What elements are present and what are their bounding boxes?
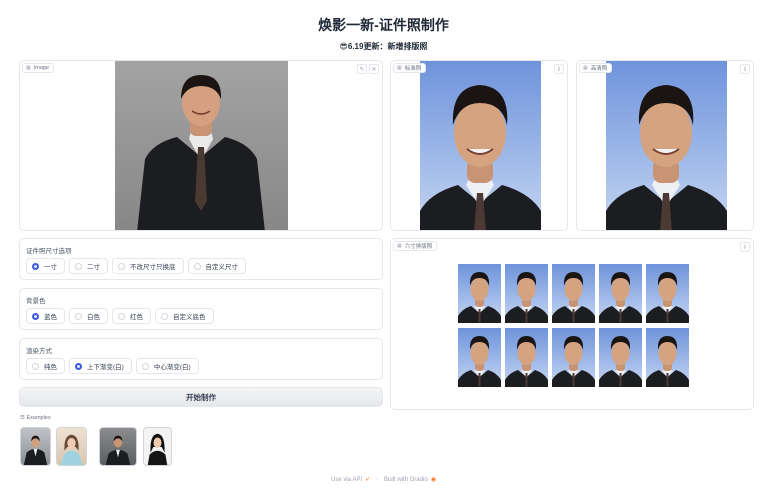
radio-icon[interactable] (75, 312, 82, 320)
pencil-icon[interactable]: ✎ (357, 64, 367, 74)
size-option-two-inch[interactable]: 二寸 (69, 258, 108, 274)
size-options-group: 证件照尺寸选项 一寸 二寸 不改尺寸只换底 自定义尺寸 (19, 238, 383, 280)
output-standard-panel: ▦ 标准照 ⇩ (390, 60, 568, 231)
person-silhouette (137, 75, 265, 230)
example-person (23, 435, 48, 465)
example-person (105, 435, 131, 465)
layout-photo-cell (552, 328, 595, 387)
input-image-label: ▦ Image (22, 63, 55, 73)
page-title: 焕影一新-证件照制作 (318, 17, 449, 33)
output-hd-panel: ▦ 高清照 ⇩ (576, 60, 754, 231)
bg-option-blue[interactable]: 蓝色 (26, 308, 65, 324)
radio-icon[interactable] (161, 312, 168, 320)
gradio-logo-icon: ◉ (430, 477, 436, 483)
example-person (147, 433, 168, 465)
example-thumb-man-dark[interactable] (99, 427, 137, 466)
examples-label: ☰ Examples (20, 415, 51, 421)
download-icon[interactable]: ⇩ (554, 64, 564, 74)
layout-photo-cell (552, 264, 595, 323)
id-portrait (606, 85, 727, 230)
radio-icon[interactable] (32, 362, 39, 370)
update-note: 6.19更新：新增排版照 (347, 42, 428, 51)
render-option-vertical-gradient[interactable]: 上下渐变(白) (69, 358, 132, 374)
download-icon[interactable]: ⇩ (740, 242, 750, 252)
size-option-custom[interactable]: 自定义尺寸 (187, 258, 246, 274)
layout-photo-cell (505, 264, 548, 323)
example-person (60, 434, 83, 465)
built-with-gradio-link[interactable]: Built with Gradio ◉ (384, 476, 436, 484)
render-mode-group: 渲染方式 纯色 上下渐变(白) 中心渐变(白) (19, 338, 383, 380)
layout-photo-cell (599, 264, 642, 323)
bg-option-white[interactable]: 白色 (69, 308, 108, 324)
start-button[interactable]: 开始制作 (19, 387, 383, 407)
bg-option-custom[interactable]: 自定义底色 (155, 308, 214, 324)
render-option-center-gradient[interactable]: 中心渐变(白) (135, 358, 199, 374)
radio-icon[interactable] (141, 362, 149, 370)
example-thumb-woman-blue[interactable] (56, 427, 87, 466)
layout-photo-cell (458, 264, 501, 323)
output-standard-label: ▦ 标准照 (393, 63, 427, 73)
image-icon: ▦ (26, 65, 31, 71)
render-mode-title: 渲染方式 (26, 348, 52, 355)
layout-photo-grid (458, 264, 689, 387)
layout-photo-cell (646, 264, 689, 323)
radio-icon[interactable] (193, 262, 201, 270)
image-icon: ▦ (583, 65, 588, 71)
footer-separator: · (376, 476, 379, 483)
radio-icon[interactable] (118, 262, 125, 270)
render-mode-row: 纯色 上下渐变(白) 中心渐变(白) (26, 358, 199, 374)
render-option-solid[interactable]: 纯色 (26, 358, 65, 374)
hd-photo (606, 61, 727, 230)
standard-photo (420, 61, 541, 230)
bg-color-group: 背景色 蓝色 白色 红色 自定义底色 (19, 288, 383, 330)
image-icon: ▦ (397, 243, 402, 249)
sunglasses-emoji-icon: 😎 (339, 42, 348, 51)
use-via-api-link[interactable]: Use via API ➶ (331, 476, 371, 484)
example-thumb-woman-black[interactable] (143, 427, 172, 466)
example-thumb-man-suit[interactable] (20, 427, 51, 466)
output-layout-label: ▦ 六寸排版照 (393, 241, 438, 251)
size-options-row: 一寸 二寸 不改尺寸只换底 自定义尺寸 (26, 258, 246, 274)
rocket-icon: ➶ (365, 477, 371, 483)
page-subtitle: 😎6.19更新：新增排版照 (0, 41, 767, 52)
size-option-keep-size[interactable]: 不改尺寸只换底 (112, 258, 184, 274)
download-icon[interactable]: ⇩ (740, 64, 750, 74)
output-layout-panel: ▦ 六寸排版照 ⇩ (390, 238, 754, 410)
size-options-title: 证件照尺寸选项 (26, 248, 72, 255)
output-hd-label: ▦ 高清照 (579, 63, 613, 73)
radio-checked-icon[interactable] (32, 262, 39, 270)
uploaded-portrait (115, 61, 288, 230)
layout-photo-cell (599, 328, 642, 387)
radio-icon[interactable] (75, 262, 82, 270)
layout-photo-cell (458, 328, 501, 387)
footer: Use via API ➶ · Built with Gradio ◉ (0, 476, 767, 484)
layout-photo-cell (646, 328, 689, 387)
id-portrait (420, 85, 541, 230)
input-image-panel[interactable]: ▦ Image ✎ ✕ (19, 60, 383, 231)
radio-checked-icon[interactable] (32, 312, 39, 320)
layout-photo-cell (505, 328, 548, 387)
list-icon: ☰ (20, 415, 25, 421)
image-icon: ▦ (397, 65, 402, 71)
radio-icon[interactable] (118, 312, 125, 320)
radio-checked-icon[interactable] (75, 362, 82, 370)
close-icon[interactable]: ✕ (369, 64, 379, 74)
bg-option-red[interactable]: 红色 (112, 308, 151, 324)
bg-color-title: 背景色 (26, 298, 46, 305)
size-option-one-inch[interactable]: 一寸 (26, 258, 65, 274)
bg-color-row: 蓝色 白色 红色 自定义底色 (26, 308, 214, 324)
